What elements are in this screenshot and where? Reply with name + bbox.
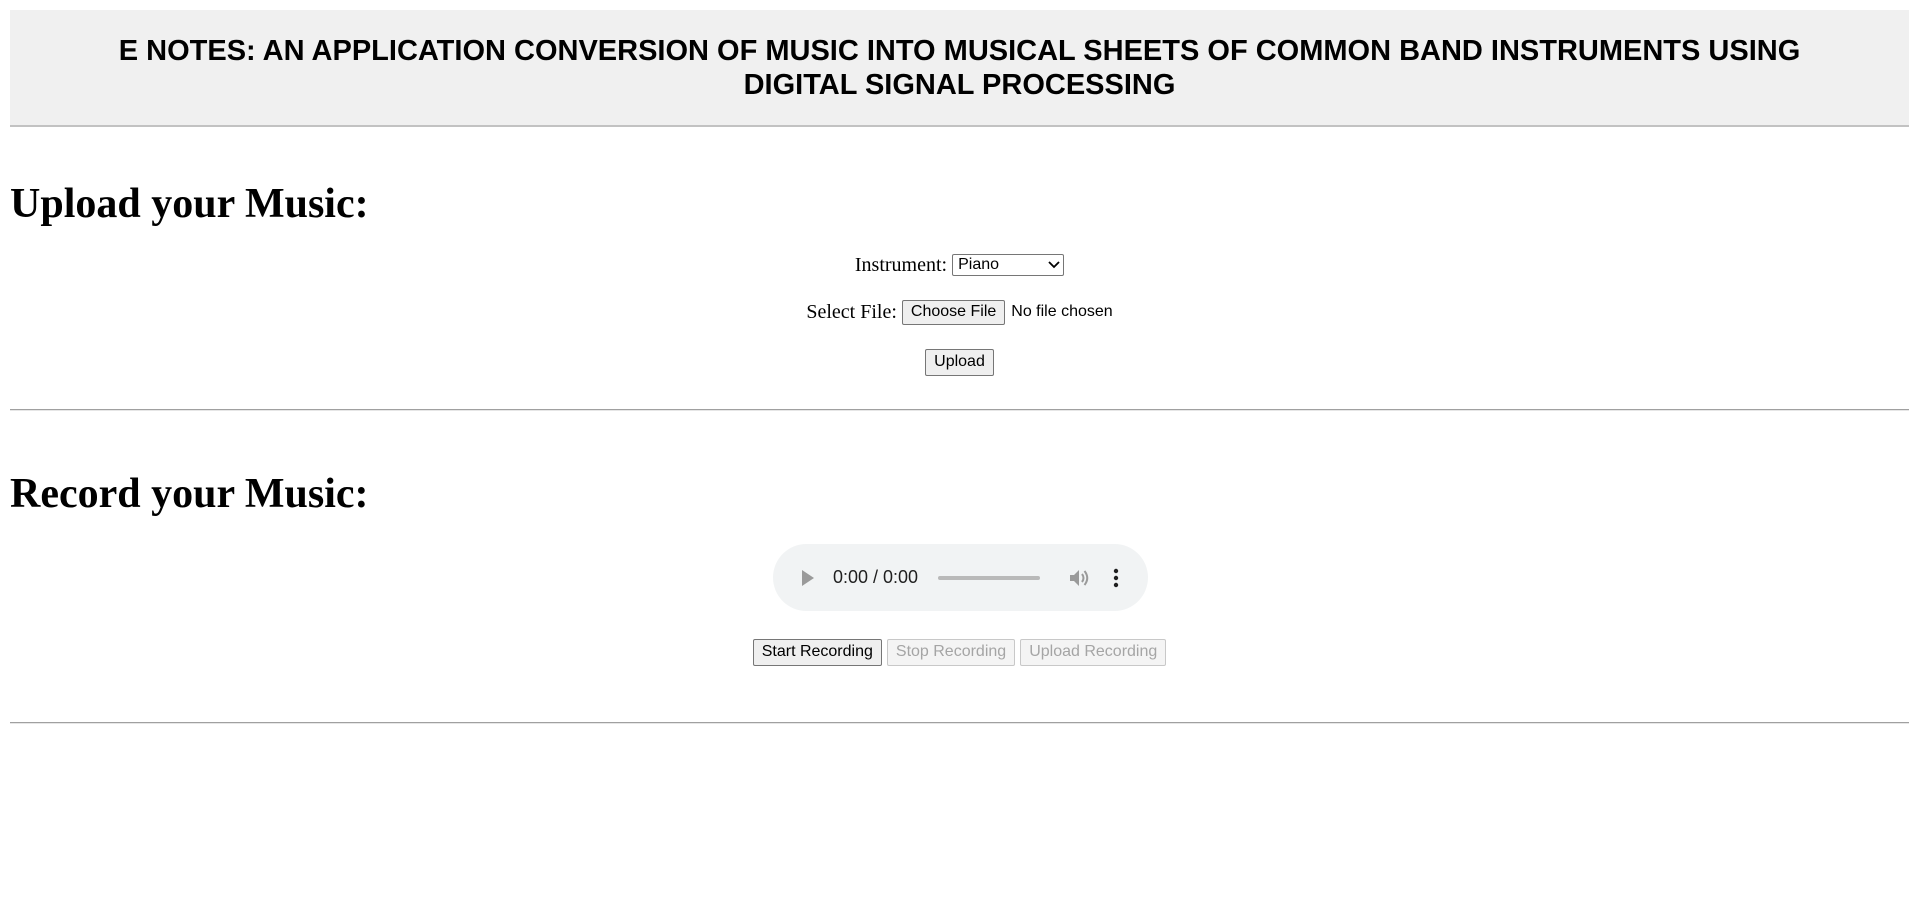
file-label: Select File: (806, 300, 897, 323)
upload-section-title: Upload your Music: (10, 181, 369, 227)
upload-recording-button[interactable]: Upload Recording (1020, 638, 1167, 666)
stop-recording-button[interactable]: Stop Recording (886, 638, 1016, 666)
chevron-down-icon (1048, 259, 1060, 271)
audio-player[interactable]: 0:00 / 0:00 (773, 544, 1148, 611)
recording-controls: Start Recording Stop Recording Upload Re… (0, 638, 1919, 666)
upload-button[interactable]: Upload (925, 348, 994, 376)
section-divider (10, 722, 1909, 724)
choose-file-button[interactable]: Choose File (901, 299, 1006, 325)
start-recording-button[interactable]: Start Recording (752, 638, 882, 666)
section-divider (10, 409, 1909, 411)
audio-progress-bar[interactable] (938, 575, 1041, 580)
file-status-text: No file chosen (1011, 303, 1113, 320)
instrument-row: Instrument: Piano (0, 251, 1919, 279)
play-icon[interactable] (797, 567, 819, 589)
record-section-title: Record your Music: (10, 471, 369, 517)
audio-time: 0:00 / 0:00 (833, 567, 919, 587)
instrument-select-value: Piano (958, 256, 1000, 273)
page-title: E NOTES: AN APPLICATION CONVERSION OF MU… (118, 34, 1801, 101)
volume-icon[interactable] (1068, 567, 1090, 589)
more-options-icon[interactable] (1108, 567, 1124, 589)
instrument-label: Instrument: (854, 253, 948, 276)
upload-row: Upload (0, 348, 1919, 376)
page-header: E NOTES: AN APPLICATION CONVERSION OF MU… (10, 10, 1909, 127)
instrument-select[interactable]: Piano (952, 254, 1065, 276)
file-row: Select File: Choose File No file chosen (0, 298, 1919, 326)
